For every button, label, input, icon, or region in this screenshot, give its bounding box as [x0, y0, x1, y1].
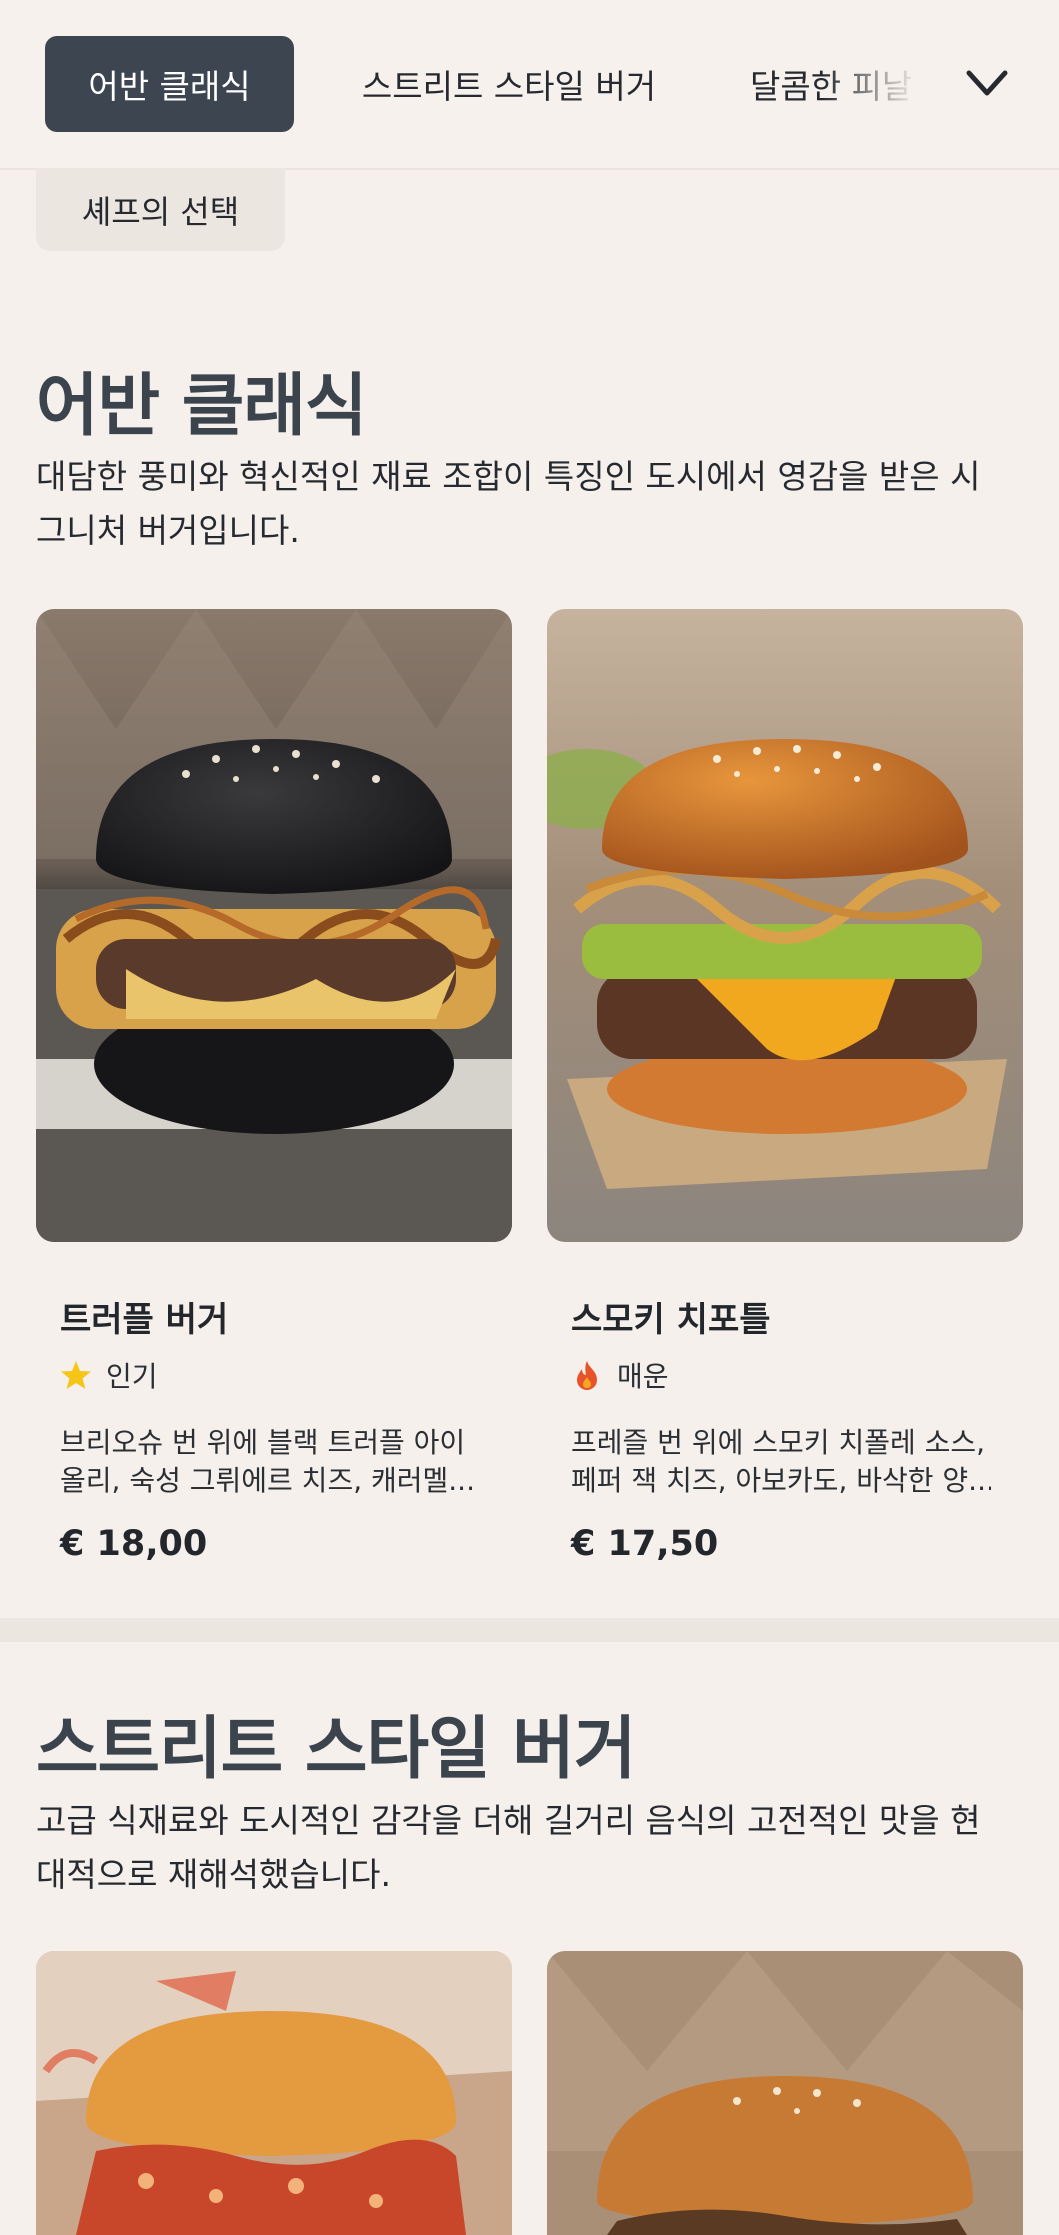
product-description: 프레즐 번 위에 스모키 치폴레 소스, 페퍼 잭 치즈, 아보카도, 바삭한 …: [571, 1424, 991, 1500]
badge-label: 매운: [617, 1360, 669, 1393]
badge-label: 인기: [106, 1360, 158, 1393]
star-icon: [61, 1361, 91, 1389]
tab-chef-choice[interactable]: 셰프의 선택: [36, 168, 285, 251]
popular-badge: 인기: [60, 1355, 158, 1395]
street-burger-image-2[interactable]: [547, 1951, 1023, 2235]
tab-urban-classic[interactable]: 어반 클래식: [45, 36, 294, 132]
smoky-chipotle-image[interactable]: [547, 609, 1023, 1242]
product-description-line: 프레즐 번 위에 스모키 치폴레 소스,: [571, 1426, 986, 1459]
section-divider: [0, 1618, 1059, 1642]
section-title-urban-classic: 어반 클래식: [36, 367, 367, 446]
section-description-line: 그니처 버거입니다.: [36, 511, 300, 550]
product-description: 브리오슈 번 위에 블랙 트러플 아이 올리, 숙성 그뤼에르 치즈, 캐러멜.…: [60, 1424, 480, 1500]
product-price: € 18,00: [60, 1524, 208, 1564]
tab-street-style-burger[interactable]: 스트리트 스타일 버거: [348, 36, 670, 132]
section-description: 대담한 풍미와 혁신적인 재료 조합이 특징인 도시에서 영감을 받은 시 그니…: [36, 450, 1026, 558]
product-description-line: 올리, 숙성 그뤼에르 치즈, 캐러멜...: [60, 1464, 475, 1497]
section-description-line: 고급 식재료와 도시적인 감각을 더해 길거리 음식의 고전적인 맛을 현: [36, 1801, 981, 1840]
category-nav: 어반 클래식 스트리트 스타일 버거 달콤한 피날: [0, 0, 1059, 170]
product-price: € 17,50: [571, 1524, 719, 1564]
section-description: 고급 식재료와 도시적인 감각을 더해 길거리 음식의 고전적인 맛을 현 대적…: [36, 1794, 1026, 1902]
product-description-line: 페퍼 잭 치즈, 아보카도, 바삭한 양...: [571, 1464, 991, 1497]
chevron-down-icon[interactable]: [962, 64, 1012, 104]
spicy-badge: 매운: [571, 1355, 669, 1395]
section-description-line: 대적으로 재해석했습니다.: [36, 1855, 391, 1894]
section-title-street-style: 스트리트 스타일 버거: [36, 1710, 636, 1789]
flame-icon: [577, 1361, 597, 1390]
street-burger-image[interactable]: [36, 1951, 512, 2235]
product-name[interactable]: 스모키 치포틀: [571, 1292, 771, 1341]
product-description-line: 브리오슈 번 위에 블랙 트러플 아이: [60, 1426, 466, 1459]
section-description-line: 대담한 풍미와 혁신적인 재료 조합이 특징인 도시에서 영감을 받은 시: [36, 457, 981, 496]
tab-sweet-finale[interactable]: 달콤한 피날: [750, 36, 930, 132]
tab-sweet-finale-label: 달콤한 피날: [750, 67, 913, 106]
product-name[interactable]: 트러플 버거: [60, 1292, 228, 1341]
truffle-burger-image[interactable]: [36, 609, 512, 1242]
